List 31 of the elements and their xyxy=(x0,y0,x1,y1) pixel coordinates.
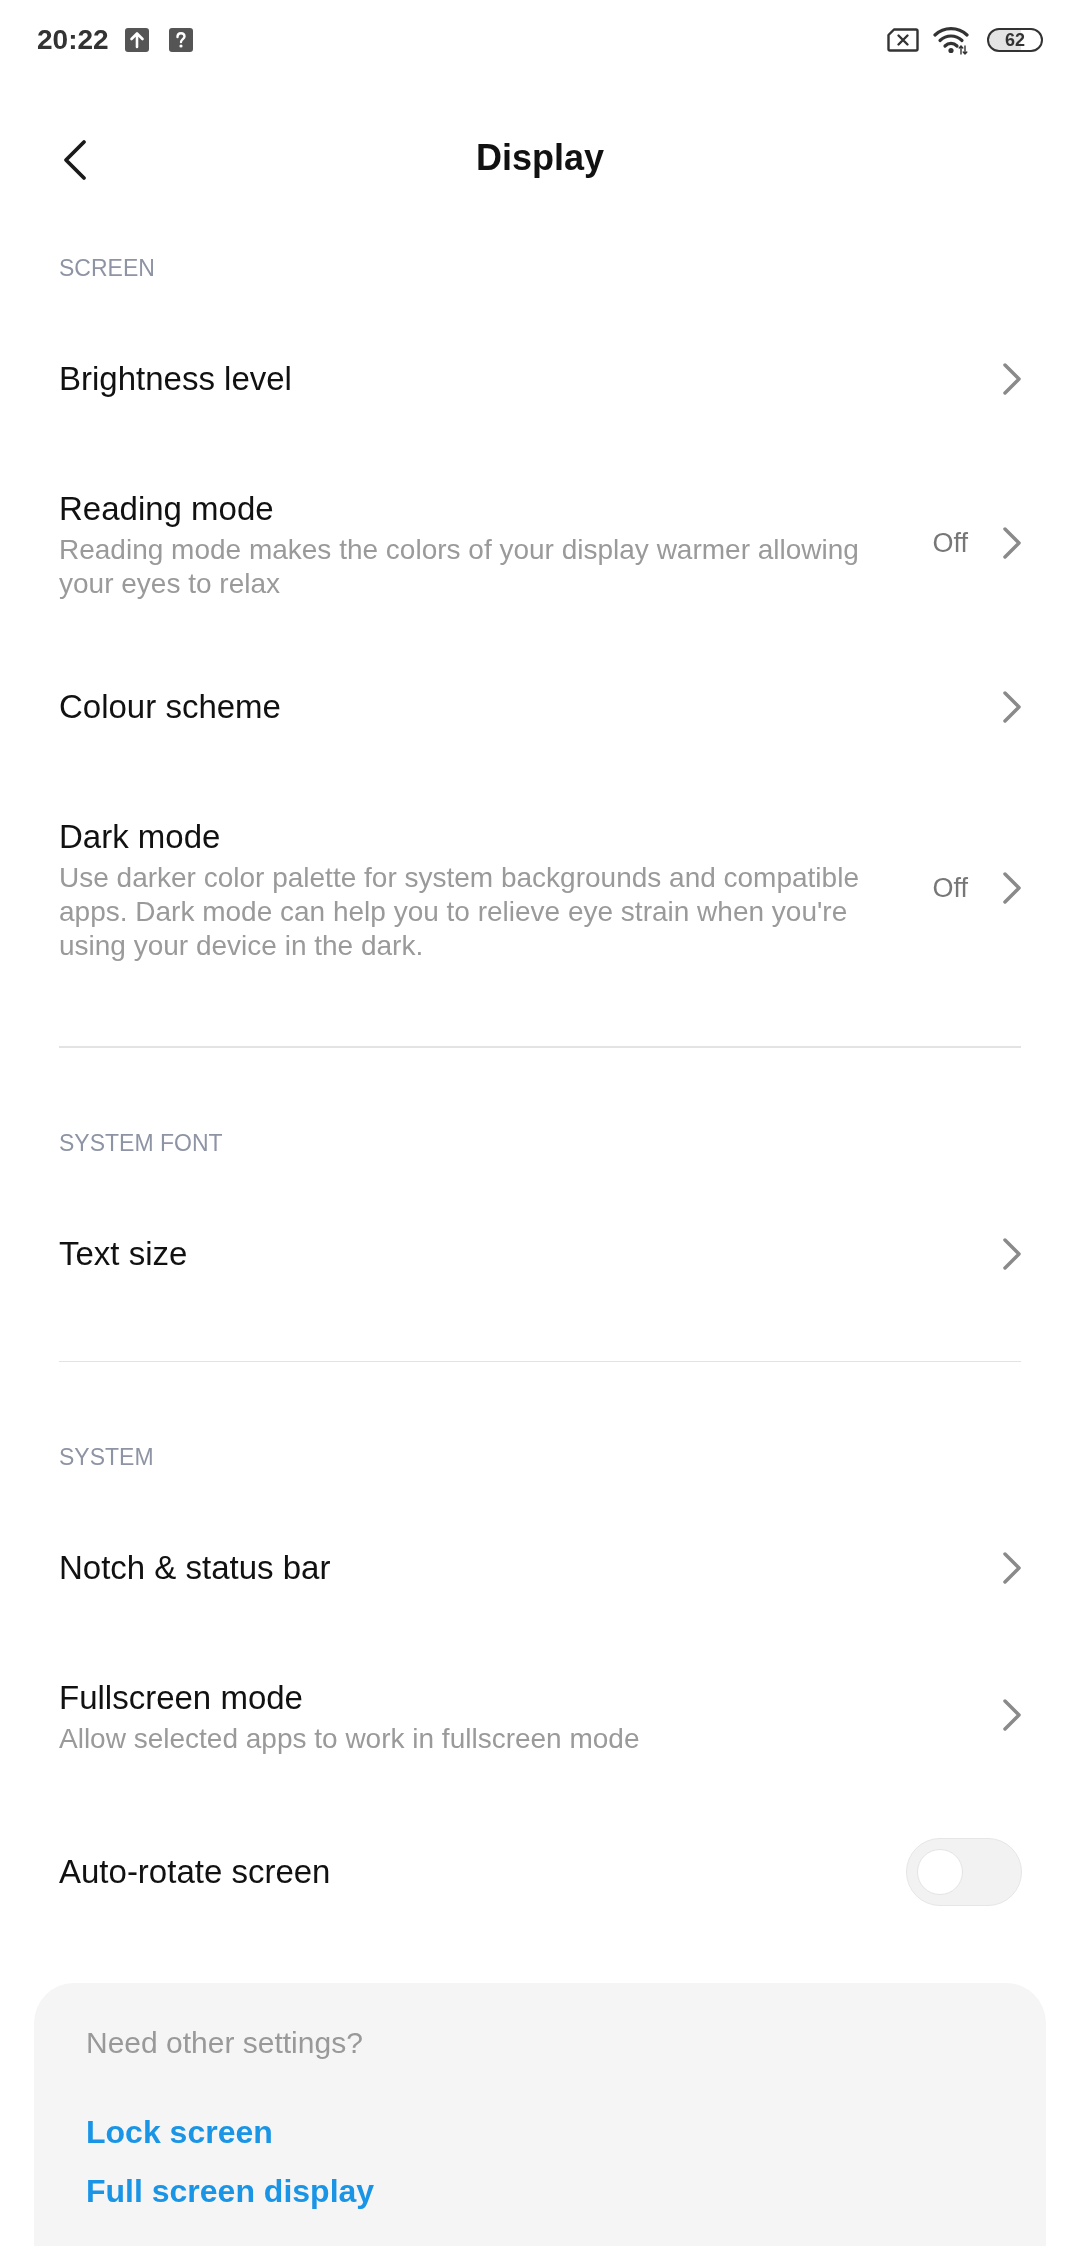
battery-percentage: 62 xyxy=(1005,31,1025,49)
chevron-right-icon xyxy=(1002,526,1022,560)
chevron-right-icon xyxy=(1002,1698,1022,1732)
section-header: SCREEN xyxy=(59,254,156,283)
setting-title[interactable]: Auto-rotate screen xyxy=(59,1848,331,1896)
setting-description: Allow selected apps to work in fullscreen mode xyxy=(59,1722,641,1756)
back-icon xyxy=(62,139,88,181)
section-header: SYSTEM xyxy=(59,1443,155,1472)
setting-description: Use darker color palette for system backgrounds and compatible apps. Dark mode can help you to relieve eye strain when you're using your device in the dark. xyxy=(59,861,860,963)
setting-title[interactable]: Reading mode xyxy=(59,485,274,533)
wifi-icon xyxy=(933,25,969,55)
setting-title[interactable]: Brightness level xyxy=(59,355,292,403)
chevron-right-icon xyxy=(1002,1236,1022,1271)
value-text: Off xyxy=(932,872,968,904)
setting-title[interactable]: Dark mode xyxy=(59,813,221,861)
setting-title[interactable]: Text size xyxy=(59,1229,188,1278)
setting-title[interactable]: Fullscreen mode xyxy=(59,1674,303,1722)
setting-title[interactable]: Colour scheme xyxy=(59,683,281,731)
chevron-right-icon xyxy=(1002,871,1022,905)
card-title: Need other settings? xyxy=(86,2025,363,2061)
setting-description: Reading mode makes the colors of your display warmer allowing your eyes to relax xyxy=(59,533,860,601)
section-header: SYSTEM FONT xyxy=(59,1128,224,1158)
chevron-right-icon xyxy=(1002,1551,1022,1585)
chevron-right-icon xyxy=(1002,690,1022,724)
question-icon xyxy=(168,28,193,52)
page-title: Display xyxy=(475,136,605,180)
value-text: Off xyxy=(932,527,968,559)
status-time: 20:22 xyxy=(37,24,109,56)
no-sim-icon xyxy=(887,28,919,52)
setting-title[interactable]: Notch & status bar xyxy=(59,1544,331,1592)
chevron-right-icon xyxy=(1002,362,1022,396)
